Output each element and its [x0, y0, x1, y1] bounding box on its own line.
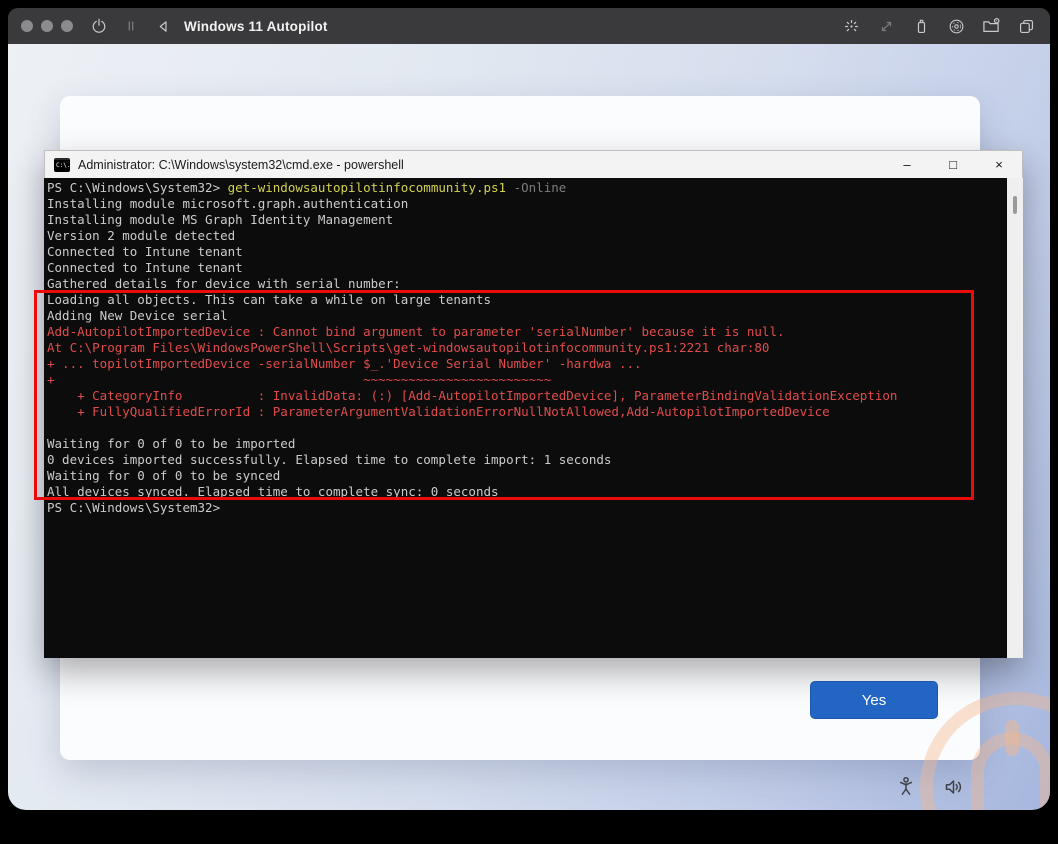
terminal-line: PS C:\Windows\System32>	[47, 500, 1005, 516]
power-icon[interactable]	[89, 16, 109, 36]
terminal-scrollbar[interactable]	[1007, 178, 1023, 658]
usb-device-icon[interactable]	[911, 16, 931, 36]
console-titlebar[interactable]: C:\. Administrator: C:\Windows\system32\…	[44, 150, 1023, 178]
terminal-line: 0 devices imported successfully. Elapsed…	[47, 452, 1005, 468]
pause-icon[interactable]	[121, 16, 141, 36]
watermark-mouse-body	[971, 732, 1050, 810]
screenshot-frame: Windows 11 Autopilot	[0, 0, 1058, 844]
terminal-lines: PS C:\Windows\System32> get-windowsautop…	[47, 180, 1005, 516]
cd-dvd-icon[interactable]	[946, 16, 966, 36]
accessibility-icon[interactable]	[893, 774, 919, 800]
terminal-line: + ~~~~~~~~~~~~~~~~~~~~~~~~~	[47, 372, 1005, 388]
watermark-mouse-wheel	[1005, 720, 1019, 756]
terminal-line: Adding New Device serial	[47, 308, 1005, 324]
vm-display: C:\. Administrator: C:\Windows\system32\…	[8, 44, 1050, 810]
terminal-line: Waiting for 0 of 0 to be imported	[47, 436, 1005, 452]
traffic-lights	[21, 20, 73, 32]
terminal-line: + ... topilotImportedDevice -serialNumbe…	[47, 356, 1005, 372]
minimize-window-dot[interactable]	[41, 20, 53, 32]
volume-icon[interactable]	[941, 774, 967, 800]
vm-titlebar: Windows 11 Autopilot	[8, 8, 1050, 44]
maximize-button[interactable]: □	[930, 151, 976, 178]
terminal-line: + CategoryInfo : InvalidData: (:) [Add-A…	[47, 388, 1005, 404]
terminal-line: Add-AutopilotImportedDevice : Cannot bin…	[47, 324, 1005, 340]
resize-icon[interactable]	[876, 16, 896, 36]
multiple-windows-icon[interactable]	[1016, 16, 1036, 36]
vm-window-title: Windows 11 Autopilot	[184, 19, 328, 34]
click-effects-icon[interactable]	[841, 16, 861, 36]
terminal-line: Installing module microsoft.graph.authen…	[47, 196, 1005, 212]
terminal-line: All devices synced. Elapsed time to comp…	[47, 484, 1005, 500]
close-button[interactable]: ×	[976, 151, 1022, 178]
scrollbar-thumb[interactable]	[1013, 196, 1017, 214]
terminal-line: PS C:\Windows\System32> get-windowsautop…	[47, 180, 1005, 196]
zoom-window-dot[interactable]	[61, 20, 73, 32]
terminal-line: Installing module MS Graph Identity Mana…	[47, 212, 1005, 228]
minimize-button[interactable]: –	[884, 151, 930, 178]
close-window-dot[interactable]	[21, 20, 33, 32]
terminal-line: At C:\Program Files\WindowsPowerShell\Sc…	[47, 340, 1005, 356]
cmd-icon: C:\.	[54, 158, 70, 172]
terminal-line: Version 2 module detected	[47, 228, 1005, 244]
terminal-line: Gathered details for device with serial …	[47, 276, 1005, 292]
terminal-line	[47, 420, 1005, 436]
terminal-line: Connected to Intune tenant	[47, 260, 1005, 276]
console-window: C:\. Administrator: C:\Windows\system32\…	[44, 150, 1023, 658]
terminal-line: Connected to Intune tenant	[47, 244, 1005, 260]
shared-folder-icon[interactable]	[981, 16, 1001, 36]
terminal-line: Waiting for 0 of 0 to be synced	[47, 468, 1005, 484]
terminal-screen[interactable]: PS C:\Windows\System32> get-windowsautop…	[44, 178, 1023, 658]
terminal-line: + FullyQualifiedErrorId : ParameterArgum…	[47, 404, 1005, 420]
yes-button[interactable]: Yes	[810, 681, 938, 719]
back-triangle-icon[interactable]	[153, 16, 173, 36]
console-title: Administrator: C:\Windows\system32\cmd.e…	[78, 158, 404, 172]
terminal-line: Loading all objects. This can take a whi…	[47, 292, 1005, 308]
